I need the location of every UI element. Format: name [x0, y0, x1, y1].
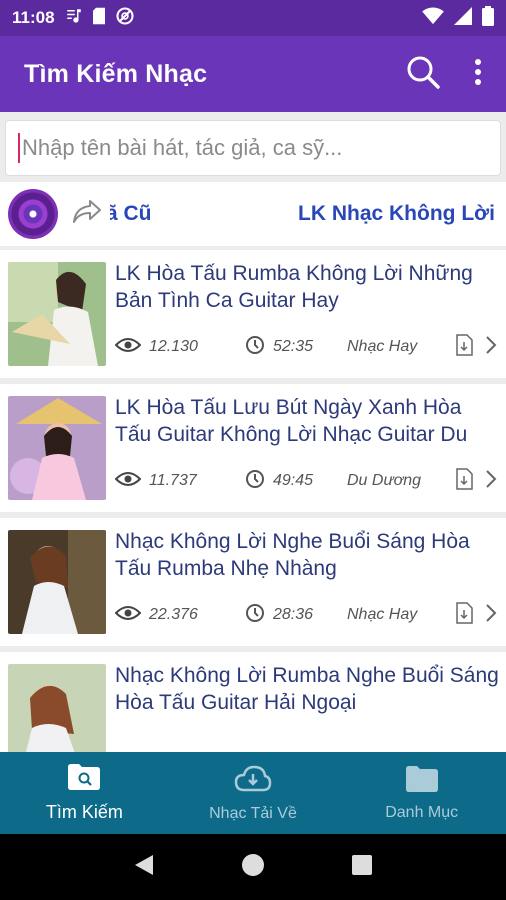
no-signal-icon	[115, 6, 135, 31]
song-thumbnail	[8, 530, 106, 634]
file-download-icon[interactable]	[455, 467, 473, 495]
text-cursor	[18, 133, 20, 163]
sd-card-icon	[91, 7, 107, 30]
search-container	[0, 112, 506, 182]
page-title: Tìm Kiếm Nhạc	[24, 59, 208, 88]
nav-downloads[interactable]: Nhạc Tải Về	[169, 752, 338, 834]
song-title: Nhạc Không Lời Rumba Nghe Buổi Sáng Hòa …	[115, 664, 499, 714]
home-icon[interactable]	[241, 853, 265, 882]
status-bar: 11:08	[0, 0, 506, 36]
song-meta: 12.130 52:35 Nhạc Hay	[114, 333, 505, 361]
status-time: 11:08	[12, 8, 55, 27]
song-meta: 22.376 28:36 Nhạc Hay	[114, 601, 505, 629]
share-icon[interactable]	[72, 199, 102, 230]
song-card[interactable]: Nhạc Không Lời Nghe Buổi Sáng Hòa Tấu Ru…	[0, 518, 506, 646]
song-thumbnail	[8, 262, 106, 366]
chevron-right-icon[interactable]	[485, 335, 503, 360]
playlist-marquee-row: ã Cũ LK Nhạc Không Lời	[0, 182, 506, 246]
system-nav-bar	[0, 834, 506, 900]
duration: 28:36	[273, 606, 314, 623]
search-input[interactable]	[22, 135, 462, 161]
song-title: LK Hòa Tấu Rumba Không Lời Những Bản Tìn…	[115, 262, 473, 312]
folder-icon	[405, 765, 439, 798]
cloud-download-icon	[234, 764, 272, 799]
folder-search-icon	[67, 763, 101, 796]
chip-item[interactable]: LK Nhạc Không Lời	[298, 202, 495, 226]
file-download-icon[interactable]	[455, 333, 473, 361]
chip-item[interactable]: ã Cũ	[110, 202, 152, 226]
chevron-right-icon[interactable]	[485, 603, 503, 628]
marquee: ã Cũ LK Nhạc Không Lời	[110, 194, 506, 234]
chevron-right-icon[interactable]	[485, 469, 503, 494]
search-box[interactable]	[5, 120, 501, 176]
song-thumbnail	[8, 396, 106, 500]
view-count: 11.737	[149, 472, 197, 489]
song-card[interactable]: LK Hòa Tấu Rumba Không Lời Những Bản Tìn…	[0, 250, 506, 378]
duration: 52:35	[273, 338, 314, 355]
battery-icon	[482, 5, 494, 31]
song-meta: 11.737 49:45 Du Dương	[114, 467, 505, 495]
nav-search[interactable]: Tìm Kiếm	[0, 752, 169, 834]
back-icon[interactable]	[133, 853, 155, 882]
clock-icon	[245, 603, 269, 628]
view-count: 22.376	[149, 606, 198, 623]
music-note-icon	[65, 7, 83, 30]
more-vert-icon[interactable]	[474, 58, 482, 91]
nav-downloads-label: Nhạc Tải Về	[209, 804, 297, 822]
artist: Nhạc Hay	[347, 606, 418, 623]
song-title: Nhạc Không Lời Nghe Buổi Sáng Hòa Tấu Ru…	[115, 530, 470, 580]
artist: Nhạc Hay	[347, 338, 418, 355]
cell-signal-icon	[454, 6, 472, 30]
song-card[interactable]: Nhạc Không Lời Rumba Nghe Buổi Sáng Hòa …	[0, 652, 506, 752]
eye-icon	[114, 471, 142, 492]
song-card[interactable]: LK Hòa Tấu Lưu Bút Ngày Xanh Hòa Tấu Gui…	[0, 384, 506, 512]
song-thumbnail	[8, 664, 106, 752]
nav-categories-label: Danh Mục	[385, 803, 459, 821]
wifi-icon	[422, 6, 444, 30]
artist: Du Dương	[347, 472, 422, 489]
eye-icon	[114, 337, 142, 358]
duration: 49:45	[273, 472, 314, 489]
view-count: 12.130	[149, 338, 198, 355]
song-title: LK Hòa Tấu Lưu Bút Ngày Xanh Hòa Tấu Gui…	[115, 396, 468, 446]
clock-icon	[245, 335, 269, 360]
eye-icon	[114, 605, 142, 626]
bottom-nav: Tìm Kiếm Nhạc Tải Về Danh Mục	[0, 752, 506, 834]
search-icon[interactable]	[406, 55, 440, 94]
clock-icon	[245, 469, 269, 494]
vinyl-disc-icon[interactable]	[8, 189, 58, 239]
file-download-icon[interactable]	[455, 601, 473, 629]
nav-search-label: Tìm Kiếm	[45, 802, 123, 822]
nav-categories[interactable]: Danh Mục	[337, 752, 506, 834]
app-bar: Tìm Kiếm Nhạc	[0, 36, 506, 112]
song-list: LK Hòa Tấu Rumba Không Lời Những Bản Tìn…	[0, 250, 506, 752]
recents-icon[interactable]	[351, 854, 373, 881]
